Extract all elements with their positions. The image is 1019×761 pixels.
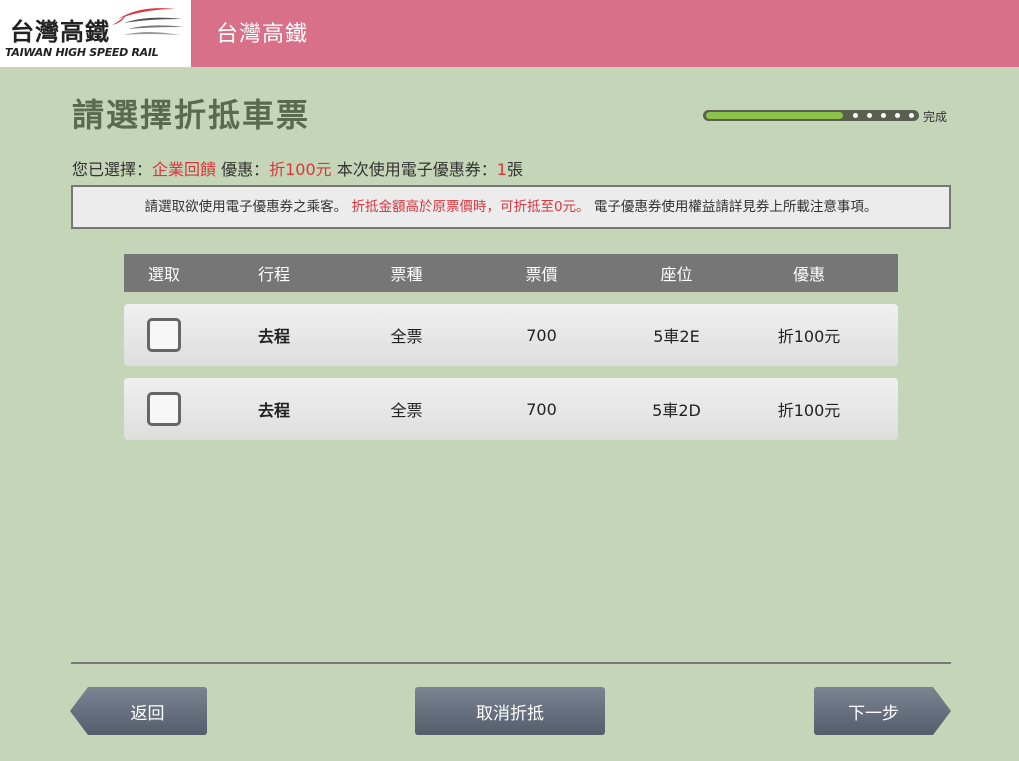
progress-label: 完成 [923, 110, 948, 124]
selection-discount: 折100元 [269, 160, 332, 179]
thsr-swoosh-icon [112, 8, 184, 35]
ticket-checkbox[interactable] [147, 392, 181, 426]
progress-fill [706, 112, 843, 119]
header-select: 選取 [147, 265, 180, 284]
logo-text-cn: 台灣高鐵 [10, 18, 110, 46]
progress-track [703, 110, 919, 121]
row-trip: 去程 [257, 327, 290, 346]
ticket-checkbox[interactable] [147, 318, 181, 352]
notice-text-2: 折抵金額高於原票價時，可折抵至0元。 [351, 199, 590, 215]
selection-coupon-unit: 張 [506, 160, 523, 179]
table-row: 去程 全票 700 5車2E 折100元 [124, 304, 898, 366]
notice-text-1: 請選取欲使用電子優惠券之乘客。 [144, 199, 348, 215]
header-title: 台灣高鐵 [216, 22, 309, 47]
progress-dot [909, 113, 914, 118]
cancel-discount-button[interactable]: 取消折抵 [415, 687, 605, 735]
row-price: 700 [526, 325, 557, 345]
table-header: 選取 行程 票種 票價 座位 優惠 [124, 254, 898, 292]
header-trip: 行程 [257, 265, 290, 284]
logo-text-en: TAIWAN HIGH SPEED RAIL [5, 46, 159, 59]
selection-prefix: 您已選擇： [72, 160, 153, 179]
header-price: 票價 [525, 265, 558, 284]
row-price: 700 [526, 399, 557, 419]
selection-discount-label: 優惠： [216, 160, 270, 179]
selection-coupon-count: 1 [496, 160, 507, 179]
row-trip: 去程 [257, 401, 290, 420]
notice-box: 請選取欲使用電子優惠券之乘客。 折抵金額高於原票價時，可折抵至0元。 電子優惠券… [71, 185, 951, 229]
logo: 台灣高鐵 TAIWAN HIGH SPEED RAIL [0, 0, 191, 67]
progress-dot [895, 113, 900, 118]
row-seat: 5車2E [653, 327, 700, 346]
next-step-button[interactable]: 下一步 [814, 687, 951, 735]
progress-dot [867, 113, 872, 118]
header-discount: 優惠 [792, 265, 825, 284]
header-seat: 座位 [660, 265, 693, 284]
top-header: 台灣高鐵 TAIWAN HIGH SPEED RAIL 台灣高鐵 [0, 0, 1019, 67]
row-ticket-type: 全票 [390, 327, 423, 346]
progress-dot [881, 113, 886, 118]
selection-summary: 您已選擇：企業回饋 優惠：折100元 本次使用電子優惠券：1張 [72, 156, 523, 180]
row-ticket-type: 全票 [390, 401, 423, 420]
footer-divider [71, 662, 951, 664]
row-discount: 折100元 [777, 401, 841, 420]
progress-indicator: 完成 [703, 108, 953, 124]
selection-coupon-label: 本次使用電子優惠券： [331, 160, 497, 179]
selection-program: 企業回饋 [152, 160, 217, 179]
row-seat: 5車2D [652, 401, 701, 420]
row-discount: 折100元 [777, 327, 841, 346]
table-row: 去程 全票 700 5車2D 折100元 [124, 378, 898, 440]
back-button[interactable]: 返回 [70, 687, 207, 735]
page-title: 請選擇折抵車票 [72, 96, 311, 134]
progress-dot [853, 113, 858, 118]
header-ticket-type: 票種 [390, 265, 423, 284]
notice-text-3: 電子優惠券使用權益請詳見券上所載注意事項。 [593, 199, 878, 215]
